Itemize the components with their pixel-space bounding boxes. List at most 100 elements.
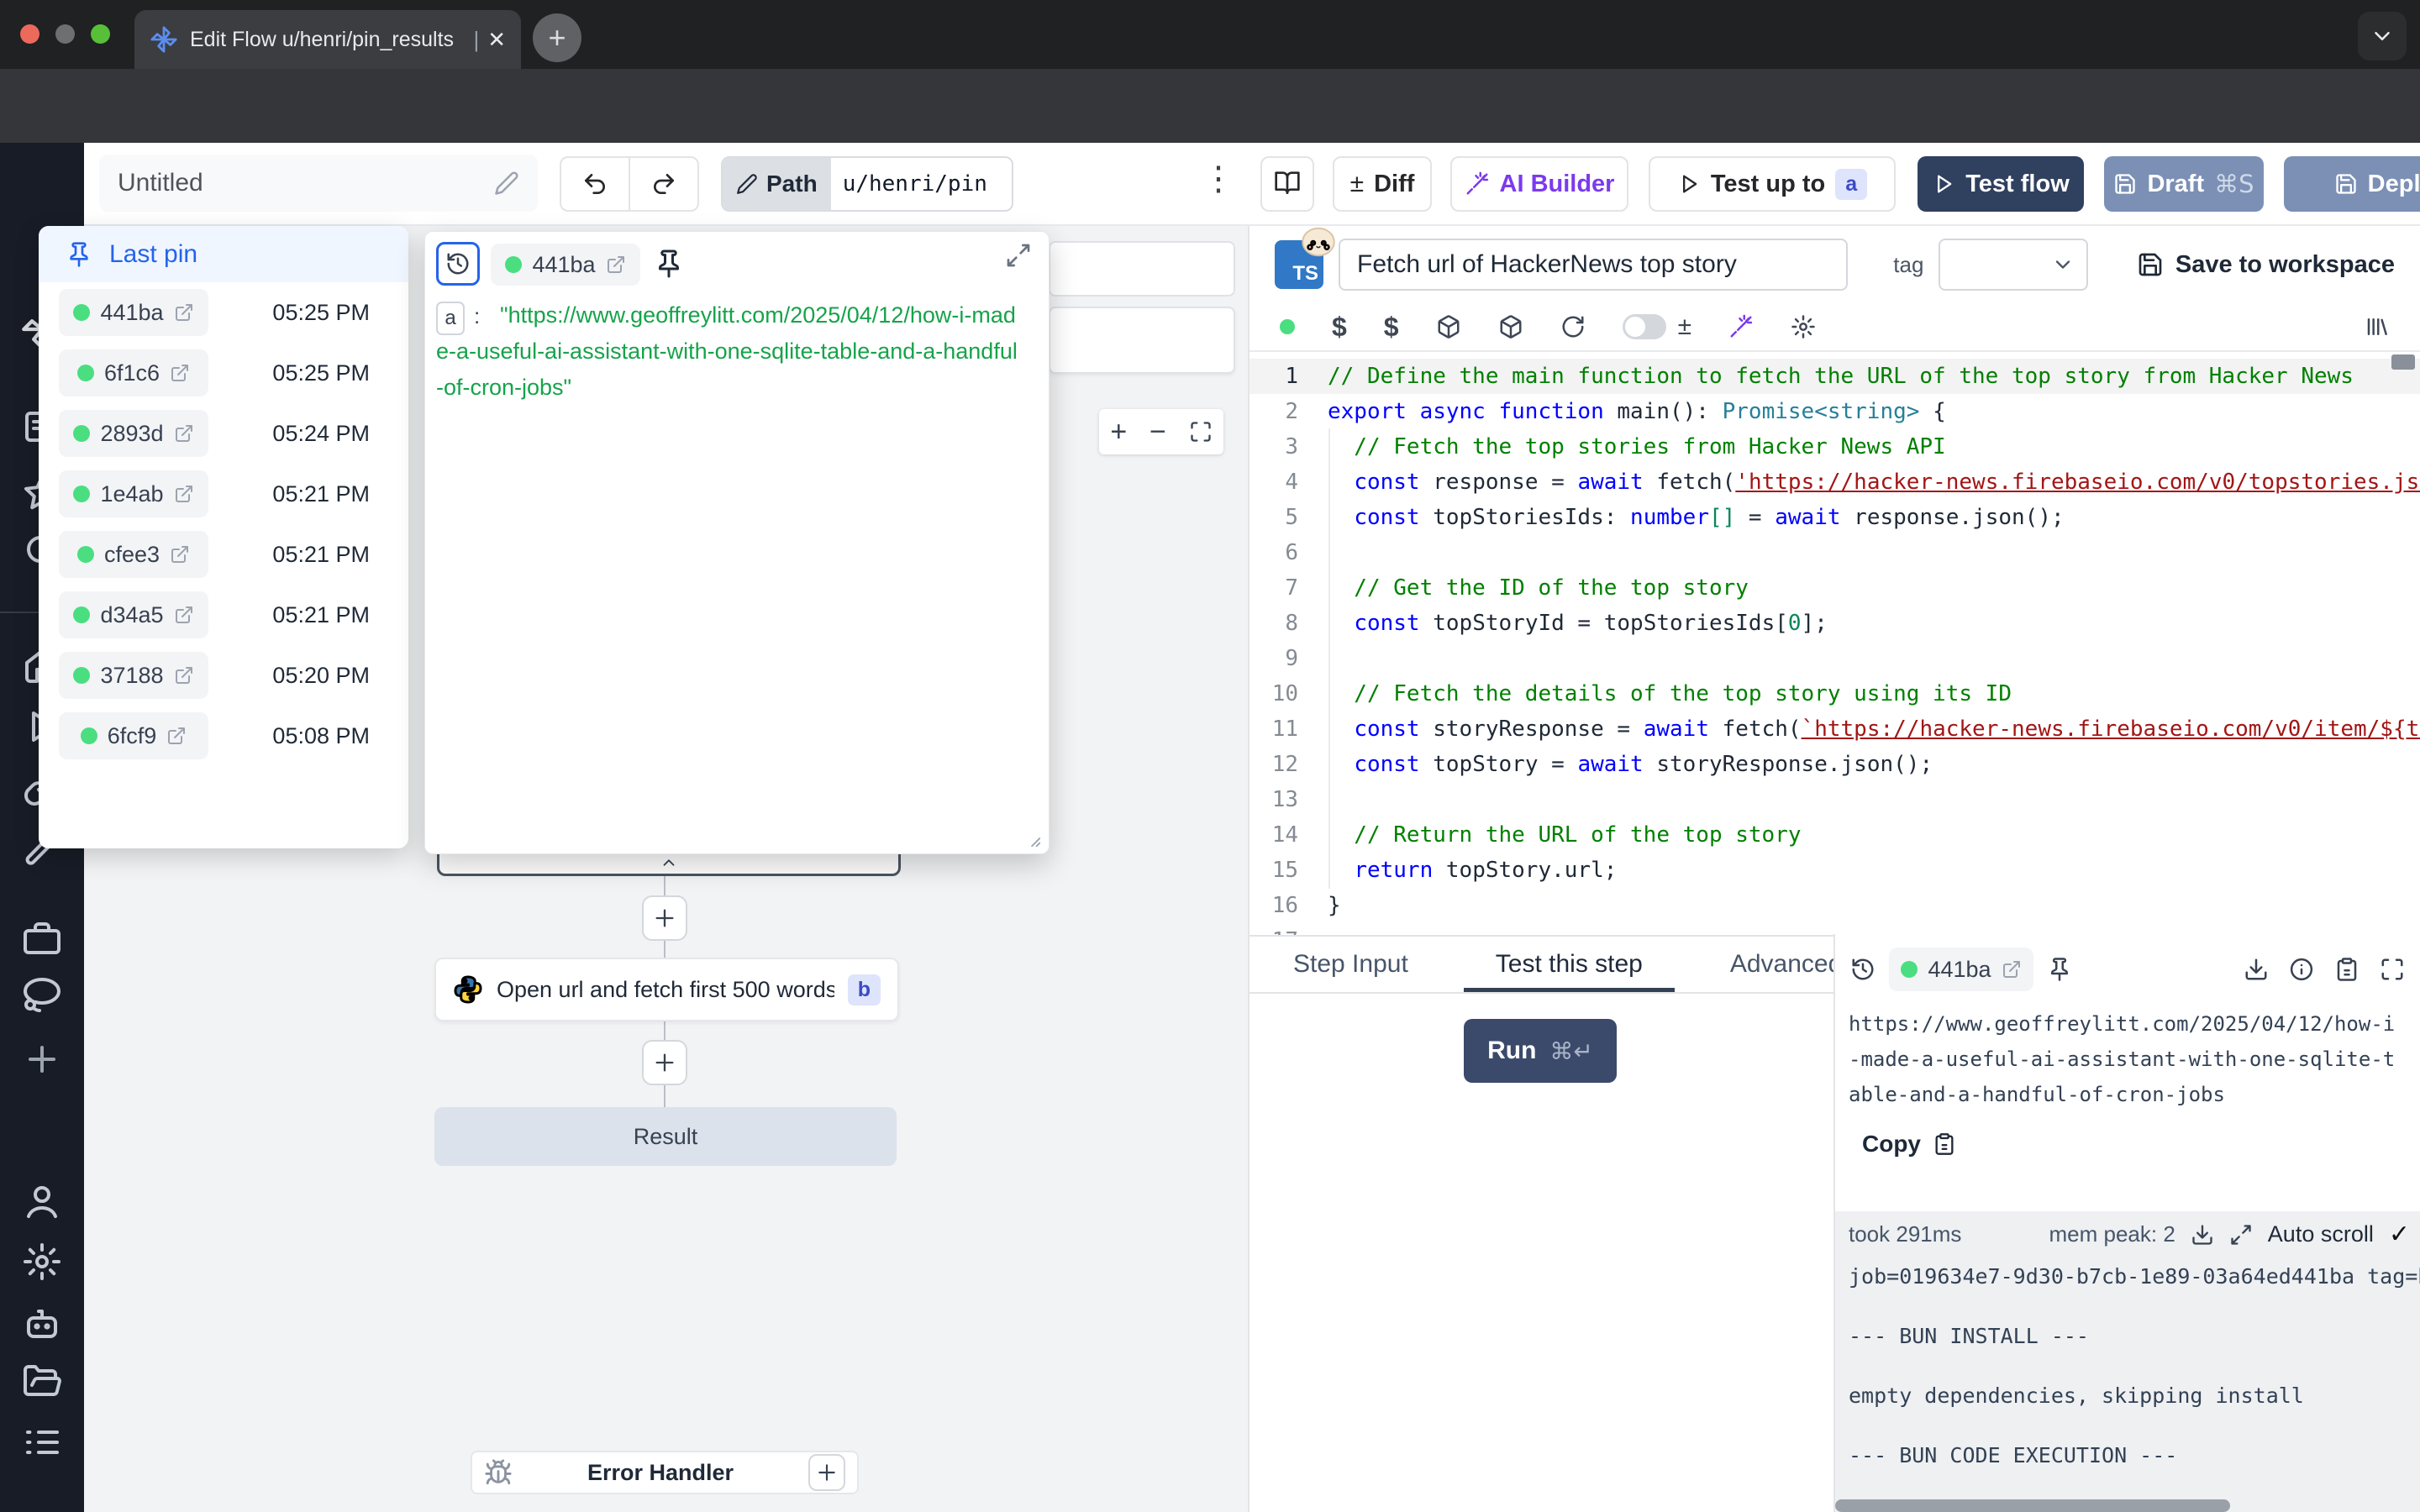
insert-step-button[interactable]: [642, 1040, 687, 1085]
package-lock-icon[interactable]: [1498, 314, 1523, 339]
code-line[interactable]: 6: [1249, 535, 2420, 570]
sidebar-item-schedules[interactable]: [22, 974, 62, 1015]
pin-list-item[interactable]: 441ba05:25 PM: [39, 282, 408, 343]
sidebar-item-ai[interactable]: [22, 1303, 62, 1343]
reset-icon[interactable]: [1560, 314, 1586, 339]
job-id-pill[interactable]: 6f1c6: [59, 349, 208, 396]
log-horizontal-scrollbar[interactable]: [1835, 1499, 2230, 1512]
external-link-icon[interactable]: [174, 484, 194, 504]
flow-name-field[interactable]: Untitled: [99, 155, 538, 212]
sidebar-item-folders[interactable]: [22, 1362, 62, 1402]
error-handler-node[interactable]: Error Handler: [471, 1451, 859, 1494]
pin-list-item[interactable]: 2893d05:24 PM: [39, 403, 408, 464]
collapse-chevron-icon[interactable]: [656, 853, 681, 872]
expand-logs-icon[interactable]: [2229, 1223, 2253, 1247]
pin-list-item[interactable]: cfee305:21 PM: [39, 524, 408, 585]
run-button[interactable]: Run ⌘↵: [1464, 1019, 1617, 1083]
job-id-pill[interactable]: 37188: [59, 652, 208, 699]
job-id-pill[interactable]: 441ba: [59, 289, 208, 336]
external-link-icon[interactable]: [2002, 959, 2022, 979]
pin-icon[interactable]: [654, 249, 684, 279]
download-result-icon[interactable]: [2244, 957, 2269, 982]
tab-search-chevron-icon[interactable]: [2358, 12, 2407, 60]
tag-select[interactable]: [1939, 239, 2087, 291]
pin-list-item[interactable]: 6fcf905:08 PM: [39, 706, 408, 766]
autoscroll-label[interactable]: Auto scroll: [2268, 1221, 2374, 1247]
job-id-pill[interactable]: 2893d: [59, 410, 208, 457]
code-line[interactable]: 3 // Fetch the top stories from Hacker N…: [1249, 429, 2420, 465]
package-icon[interactable]: [1436, 314, 1461, 339]
code-line[interactable]: 5 const topStoriesIds: number[] = await …: [1249, 500, 2420, 535]
pinned-result-value[interactable]: "https://www.geoffreylitt.com/2025/04/12…: [436, 297, 1024, 407]
ai-assist-wand-icon[interactable]: [1728, 314, 1754, 339]
variable-picker-icon[interactable]: $: [1332, 312, 1347, 343]
more-options-icon[interactable]: ⋮: [1202, 160, 1235, 198]
code-line[interactable]: 15 return topStory.url;: [1249, 853, 2420, 888]
pin-icon[interactable]: [2047, 957, 2072, 982]
diff-button[interactable]: ± Diff: [1333, 156, 1432, 212]
resize-handle-icon[interactable]: [1023, 830, 1042, 848]
browser-tab[interactable]: Edit Flow u/henri/pin_results | ✕: [134, 10, 521, 69]
pin-list-item[interactable]: 1e4ab05:21 PM: [39, 464, 408, 524]
code-line[interactable]: 9: [1249, 641, 2420, 676]
external-link-icon[interactable]: [174, 423, 194, 444]
save-to-workspace-button[interactable]: Save to workspace: [2137, 251, 2395, 279]
code-line[interactable]: 13: [1249, 782, 2420, 817]
history-button[interactable]: [436, 242, 480, 286]
external-link-icon[interactable]: [174, 302, 194, 323]
minimize-window-button[interactable]: [55, 24, 75, 44]
fullscreen-icon[interactable]: [2380, 957, 2405, 982]
sidebar-item-settings[interactable]: [22, 1242, 62, 1282]
test-flow-button[interactable]: Test flow: [1918, 156, 2084, 212]
flow-settings-card[interactable]: [1049, 241, 1235, 297]
edit-name-pencil-icon[interactable]: [494, 171, 519, 196]
step-node-b[interactable]: Open url and fetch first 500 words of ..…: [434, 958, 899, 1021]
ai-builder-button[interactable]: AI Builder: [1450, 156, 1628, 212]
code-line[interactable]: 7 // Get the ID of the top story: [1249, 570, 2420, 606]
log-viewer[interactable]: took 291ms mem peak: 2 Auto scroll ✓ job…: [1835, 1211, 2420, 1512]
job-id-pill[interactable]: 6fcf9: [59, 712, 208, 759]
sidebar-item-account[interactable]: [22, 1181, 62, 1221]
clipboard-icon[interactable]: [2334, 957, 2360, 982]
job-id-pill[interactable]: 441ba: [1889, 948, 2033, 991]
sidebar-item-workers[interactable]: [22, 919, 62, 959]
job-id-pill[interactable]: d34a5: [59, 591, 208, 638]
last-pin-header[interactable]: Last pin: [39, 226, 408, 282]
code-line[interactable]: 11 const storyResponse = await fetch(`ht…: [1249, 711, 2420, 747]
redo-button[interactable]: [630, 158, 697, 210]
code-scrollbar-thumb[interactable]: [2391, 354, 2415, 370]
result-url-value[interactable]: https://www.geoffreylitt.com/2025/04/12/…: [1835, 1000, 2420, 1112]
sidebar-item-new[interactable]: [22, 1039, 62, 1079]
job-id-pill[interactable]: cfee3: [59, 531, 208, 578]
draft-button[interactable]: Draft ⌘S: [2104, 156, 2264, 212]
diff-mode-toggle[interactable]: [1623, 314, 1666, 339]
external-link-icon[interactable]: [174, 605, 194, 625]
fit-view-icon[interactable]: [1189, 420, 1213, 444]
code-line[interactable]: 17: [1249, 923, 2420, 935]
step-summary-input[interactable]: [1339, 239, 1848, 291]
editor-settings-icon[interactable]: [1791, 314, 1816, 339]
code-line[interactable]: 14 // Return the URL of the top story: [1249, 817, 2420, 853]
expand-popup-icon[interactable]: [1005, 242, 1032, 269]
code-line[interactable]: 12 const topStory = await storyResponse.…: [1249, 747, 2420, 782]
result-node[interactable]: Result: [434, 1107, 897, 1166]
code-line[interactable]: 10 // Fetch the details of the top story…: [1249, 676, 2420, 711]
add-error-handler-button[interactable]: [808, 1454, 845, 1491]
tab-step-input[interactable]: Step Input: [1249, 937, 1452, 992]
check-icon[interactable]: ✓: [2389, 1220, 2410, 1249]
code-line[interactable]: 1// Define the main function to fetch th…: [1249, 359, 2420, 394]
sidebar-item-logs[interactable]: [22, 1422, 62, 1462]
pin-list-item[interactable]: 3718805:20 PM: [39, 645, 408, 706]
close-window-button[interactable]: [20, 24, 39, 44]
library-icon[interactable]: [2365, 314, 2390, 339]
docs-button[interactable]: [1260, 156, 1314, 212]
external-link-icon[interactable]: [166, 726, 187, 746]
tab-close-icon[interactable]: ✕: [487, 27, 506, 53]
download-logs-icon[interactable]: [2191, 1223, 2214, 1247]
external-link-icon[interactable]: [606, 255, 626, 275]
pin-list-item[interactable]: 6f1c605:25 PM: [39, 343, 408, 403]
pin-list-item[interactable]: d34a505:21 PM: [39, 585, 408, 645]
external-link-icon[interactable]: [174, 665, 194, 685]
code-line[interactable]: 16}: [1249, 888, 2420, 923]
deploy-button[interactable]: Deploy: [2284, 156, 2420, 212]
